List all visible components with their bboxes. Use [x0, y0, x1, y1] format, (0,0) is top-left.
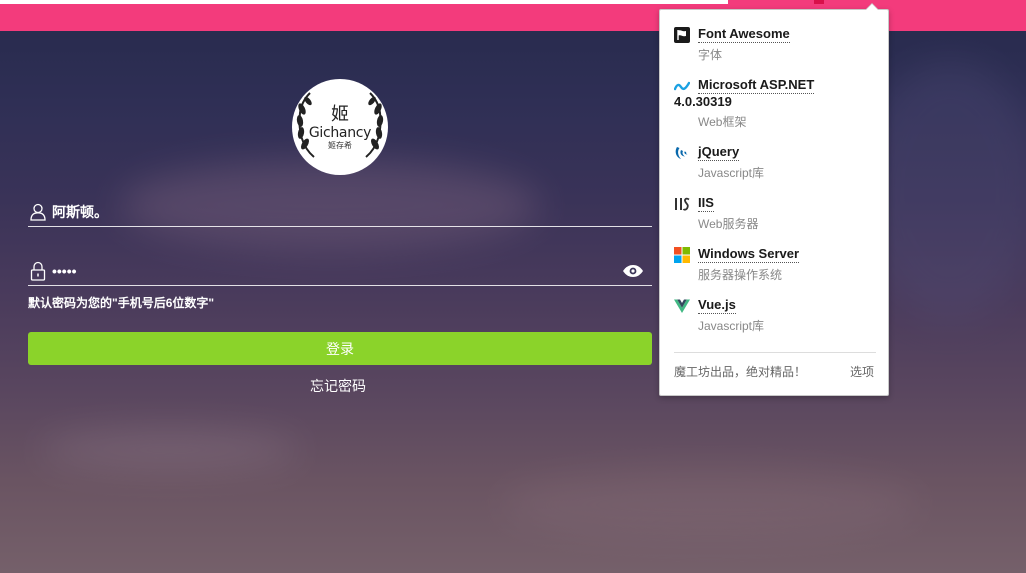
tech-version: 4.0.30319	[674, 94, 732, 109]
password-hint: 默认密码为您的"手机号后6位数字"	[28, 296, 215, 310]
tech-name-link[interactable]: IIS	[698, 195, 714, 212]
forgot-password-link[interactable]: 忘记密码	[310, 376, 366, 396]
laurel-icon	[365, 92, 384, 158]
tech-category: Javascript库	[698, 319, 765, 333]
tech-category: 服务器操作系统	[698, 268, 783, 282]
jquery-icon	[674, 145, 690, 161]
eye-icon[interactable]	[622, 264, 644, 278]
logo: 姬 Gichancy 姬存希	[296, 83, 384, 171]
username-field[interactable]: 阿斯顿。	[28, 198, 652, 227]
tech-item: Windows Server 服务器操作系统	[674, 246, 874, 282]
flag-icon	[674, 27, 690, 43]
background-cloud	[40, 430, 300, 470]
tech-item: jQuery Javascript库	[674, 144, 874, 180]
tech-category: Web框架	[698, 115, 747, 129]
popup-footer-text: 魔工坊出品，绝对精品！	[674, 365, 807, 379]
tech-item: Font Awesome 字体	[674, 26, 874, 62]
tech-name-link[interactable]: Windows Server	[698, 246, 800, 263]
login-button[interactable]: 登录	[28, 332, 652, 365]
lock-icon	[28, 261, 48, 281]
tech-category: Web服务器	[698, 217, 759, 231]
logo-subtitle: 姬存希	[328, 141, 352, 150]
logo-glyph: 姬	[331, 104, 349, 125]
top-bar-marker	[814, 0, 824, 4]
tech-category: 字体	[698, 48, 723, 62]
tech-item: Microsoft ASP.NET 4.0.30319 Web框架	[674, 77, 874, 129]
tech-item: IIS Web服务器	[674, 195, 874, 231]
popup-divider	[674, 352, 876, 353]
vue-icon	[674, 298, 690, 314]
user-icon	[28, 202, 48, 222]
top-bar-strip	[0, 0, 728, 4]
tech-name-link[interactable]: jQuery	[698, 144, 740, 161]
tech-category: Javascript库	[698, 166, 765, 180]
options-link[interactable]: 选项	[850, 363, 874, 380]
avatar: 姬 Gichancy 姬存希	[292, 79, 388, 175]
password-field[interactable]: •••••	[28, 256, 652, 286]
tech-item: Vue.js Javascript库	[674, 297, 874, 333]
aspnet-icon	[674, 78, 690, 94]
tech-name-link[interactable]: Microsoft ASP.NET	[698, 77, 815, 94]
tech-name-link[interactable]: Vue.js	[698, 297, 736, 314]
wappalyzer-popup: Font Awesome 字体 Microsoft ASP.NET 4.0.30…	[659, 3, 889, 396]
username-value: 阿斯顿。	[52, 204, 108, 220]
iis-icon	[674, 196, 690, 212]
windows-icon	[674, 247, 690, 263]
background-cloud	[500, 470, 920, 540]
laurel-icon	[296, 92, 315, 158]
tech-name-link[interactable]: Font Awesome	[698, 26, 790, 43]
password-value: •••••	[52, 262, 77, 279]
